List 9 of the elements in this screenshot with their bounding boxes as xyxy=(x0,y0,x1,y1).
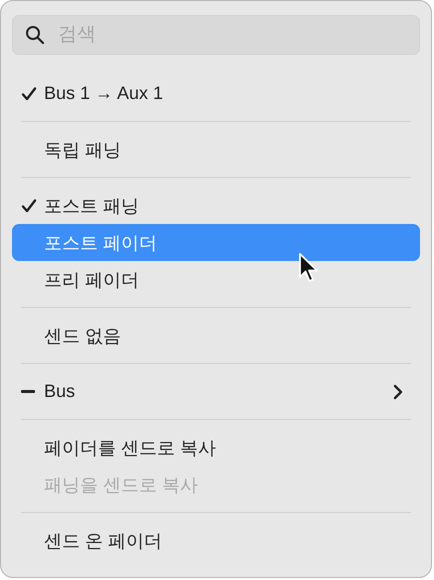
menu-item[interactable]: 센드 없음 xyxy=(12,317,420,354)
menu-item[interactable]: Bus 1 → Aux 1 xyxy=(12,75,420,112)
mouse-pointer-icon xyxy=(298,252,320,284)
menu-item[interactable]: 프리 페이더 xyxy=(12,261,420,298)
menu-item[interactable]: 포스트 패닝 xyxy=(12,187,420,224)
menu-item[interactable]: Bus xyxy=(12,373,420,410)
menu-item[interactable]: 독립 패닝 xyxy=(12,131,420,168)
menu-item[interactable]: 페이더를 센드로 복사 xyxy=(12,429,420,466)
menu-item[interactable]: 센드 온 페이더 xyxy=(12,522,420,559)
